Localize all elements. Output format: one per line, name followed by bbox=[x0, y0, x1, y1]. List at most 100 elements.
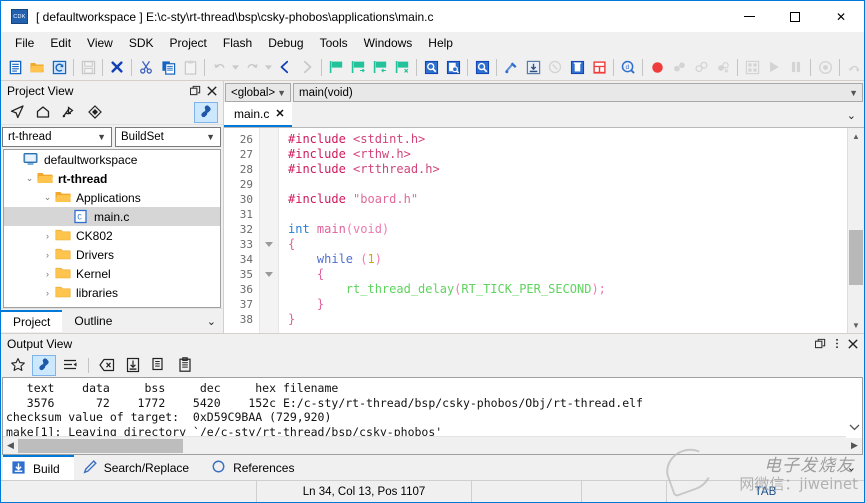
restore-icon[interactable] bbox=[814, 337, 827, 350]
undo-icon[interactable] bbox=[208, 56, 230, 78]
tree-twisty[interactable]: ⌄ bbox=[40, 192, 55, 203]
editor-tab-main-c[interactable]: main.c ✕ bbox=[224, 102, 292, 127]
tree-twisty[interactable]: › bbox=[40, 250, 55, 260]
link-icon[interactable] bbox=[32, 355, 56, 376]
refresh-icon[interactable] bbox=[48, 56, 70, 78]
redo-dropdown-icon[interactable] bbox=[263, 56, 274, 78]
bookmark-star-icon[interactable] bbox=[6, 355, 30, 376]
minimize-button[interactable] bbox=[726, 1, 772, 32]
load-flash-icon[interactable] bbox=[588, 56, 610, 78]
paste-icon[interactable] bbox=[173, 355, 197, 376]
symbol-select[interactable]: main(void) ▼ bbox=[293, 83, 863, 102]
collapse-all-icon[interactable] bbox=[57, 102, 81, 123]
save-output-icon[interactable] bbox=[121, 355, 145, 376]
scroll-left-icon[interactable]: ◀ bbox=[3, 438, 18, 454]
back-navigate-icon[interactable] bbox=[274, 56, 296, 78]
scroll-thumb[interactable] bbox=[18, 439, 183, 453]
tree-item-kernel[interactable]: › Kernel bbox=[4, 264, 220, 283]
tree-twisty[interactable]: › bbox=[40, 269, 55, 279]
cut-icon[interactable] bbox=[135, 56, 157, 78]
more-options-icon[interactable] bbox=[830, 337, 843, 350]
run-icon[interactable] bbox=[763, 56, 785, 78]
bookmark-toggle-icon[interactable] bbox=[325, 56, 347, 78]
copy-icon[interactable] bbox=[147, 355, 171, 376]
tab-build[interactable]: Build bbox=[3, 455, 74, 480]
menu-tools[interactable]: Tools bbox=[312, 34, 356, 52]
menu-view[interactable]: View bbox=[79, 34, 121, 52]
menu-flash[interactable]: Flash bbox=[215, 34, 260, 52]
tab-project[interactable]: Project bbox=[1, 310, 62, 332]
tree-item-applications[interactable]: ⌄ Applications bbox=[4, 188, 220, 207]
debug-search-icon[interactable]: d bbox=[617, 56, 639, 78]
save-icon[interactable] bbox=[77, 56, 99, 78]
menu-windows[interactable]: Windows bbox=[356, 34, 421, 52]
wrap-lines-icon[interactable] bbox=[58, 355, 82, 376]
home-icon[interactable] bbox=[31, 102, 55, 123]
tab-references[interactable]: References bbox=[203, 455, 308, 480]
editor-vertical-scrollbar[interactable]: ▲ ▼ bbox=[847, 128, 864, 333]
build-all-icon[interactable] bbox=[741, 56, 763, 78]
breakpoint-toggle-icon[interactable] bbox=[690, 56, 712, 78]
breakpoint-disabled-icon[interactable] bbox=[668, 56, 690, 78]
bookmark-prev-icon[interactable] bbox=[369, 56, 391, 78]
code-content[interactable]: #include <stdint.h>#include <rthw.h>#inc… bbox=[279, 128, 847, 333]
find-replace-icon[interactable] bbox=[471, 56, 493, 78]
clear-output-icon[interactable] bbox=[95, 355, 119, 376]
close-icon[interactable] bbox=[205, 84, 218, 97]
output-horizontal-scrollbar[interactable]: ◀ ▶ bbox=[3, 436, 862, 454]
scroll-right-icon[interactable]: ▶ bbox=[847, 438, 862, 454]
scroll-down-icon[interactable]: ▼ bbox=[848, 317, 864, 333]
breakpoint-icon[interactable] bbox=[646, 56, 668, 78]
project-select[interactable]: rt-thread ▼ bbox=[2, 127, 112, 147]
forward-navigate-icon[interactable] bbox=[296, 56, 318, 78]
buildset-select[interactable]: BuildSet ▼ bbox=[115, 127, 221, 147]
stop-debug-icon[interactable] bbox=[814, 56, 836, 78]
scroll-up-icon[interactable]: ▲ bbox=[848, 128, 864, 144]
scroll-track[interactable] bbox=[848, 144, 864, 317]
restore-icon[interactable] bbox=[189, 84, 202, 97]
tree-item-workspace[interactable]: defaultworkspace bbox=[4, 150, 220, 169]
copy-icon[interactable] bbox=[157, 56, 179, 78]
menu-debug[interactable]: Debug bbox=[260, 34, 311, 52]
stop-build-icon[interactable] bbox=[544, 56, 566, 78]
build-icon[interactable] bbox=[500, 56, 522, 78]
step-over-icon[interactable] bbox=[843, 56, 865, 78]
scroll-track[interactable] bbox=[18, 438, 847, 454]
new-file-icon[interactable] bbox=[4, 56, 26, 78]
fold-toggle-line-35[interactable] bbox=[260, 267, 278, 282]
undo-dropdown-icon[interactable] bbox=[230, 56, 241, 78]
build-save-icon[interactable] bbox=[522, 56, 544, 78]
tree-item-ck802[interactable]: › CK802 bbox=[4, 226, 220, 245]
breakpoint-remove-all-icon[interactable] bbox=[712, 56, 734, 78]
close-x-icon[interactable] bbox=[106, 56, 128, 78]
tree-item-libraries[interactable]: › libraries bbox=[4, 283, 220, 302]
fold-column[interactable] bbox=[259, 128, 279, 333]
close-icon[interactable] bbox=[846, 337, 859, 350]
bookmark-clear-icon[interactable] bbox=[391, 56, 413, 78]
find-in-files-icon[interactable] bbox=[442, 56, 464, 78]
menu-sdk[interactable]: SDK bbox=[121, 34, 162, 52]
link-editor-icon[interactable] bbox=[194, 102, 218, 123]
bookmark-next-icon[interactable] bbox=[347, 56, 369, 78]
open-folder-icon[interactable] bbox=[26, 56, 48, 78]
tree-item-main-c[interactable]: C main.c bbox=[4, 207, 220, 226]
close-button[interactable]: ✕ bbox=[818, 1, 864, 32]
maximize-button[interactable] bbox=[772, 1, 818, 32]
tab-outline[interactable]: Outline bbox=[62, 311, 124, 331]
fold-toggle-line-33[interactable] bbox=[260, 237, 278, 252]
code-editor-area[interactable]: 26 27 28 29 30 31 32 33 34 35 36 37 38 bbox=[224, 127, 864, 333]
diamond-icon[interactable] bbox=[83, 102, 107, 123]
clean-icon[interactable] bbox=[566, 56, 588, 78]
redo-icon[interactable] bbox=[241, 56, 263, 78]
scroll-thumb[interactable] bbox=[849, 230, 863, 285]
menu-help[interactable]: Help bbox=[420, 34, 461, 52]
menu-project[interactable]: Project bbox=[162, 34, 215, 52]
close-icon[interactable]: ✕ bbox=[275, 107, 284, 120]
chevron-down-icon[interactable]: ⌄ bbox=[847, 461, 856, 474]
scope-select[interactable]: <global> ▼ bbox=[225, 83, 291, 102]
pause-icon[interactable] bbox=[785, 56, 807, 78]
navigate-icon[interactable] bbox=[5, 102, 29, 123]
tree-twisty[interactable]: › bbox=[40, 231, 55, 241]
project-tree[interactable]: defaultworkspace ⌄ rt-thread ⌄ bbox=[3, 149, 221, 308]
chevron-down-icon[interactable]: ⌄ bbox=[207, 315, 216, 328]
